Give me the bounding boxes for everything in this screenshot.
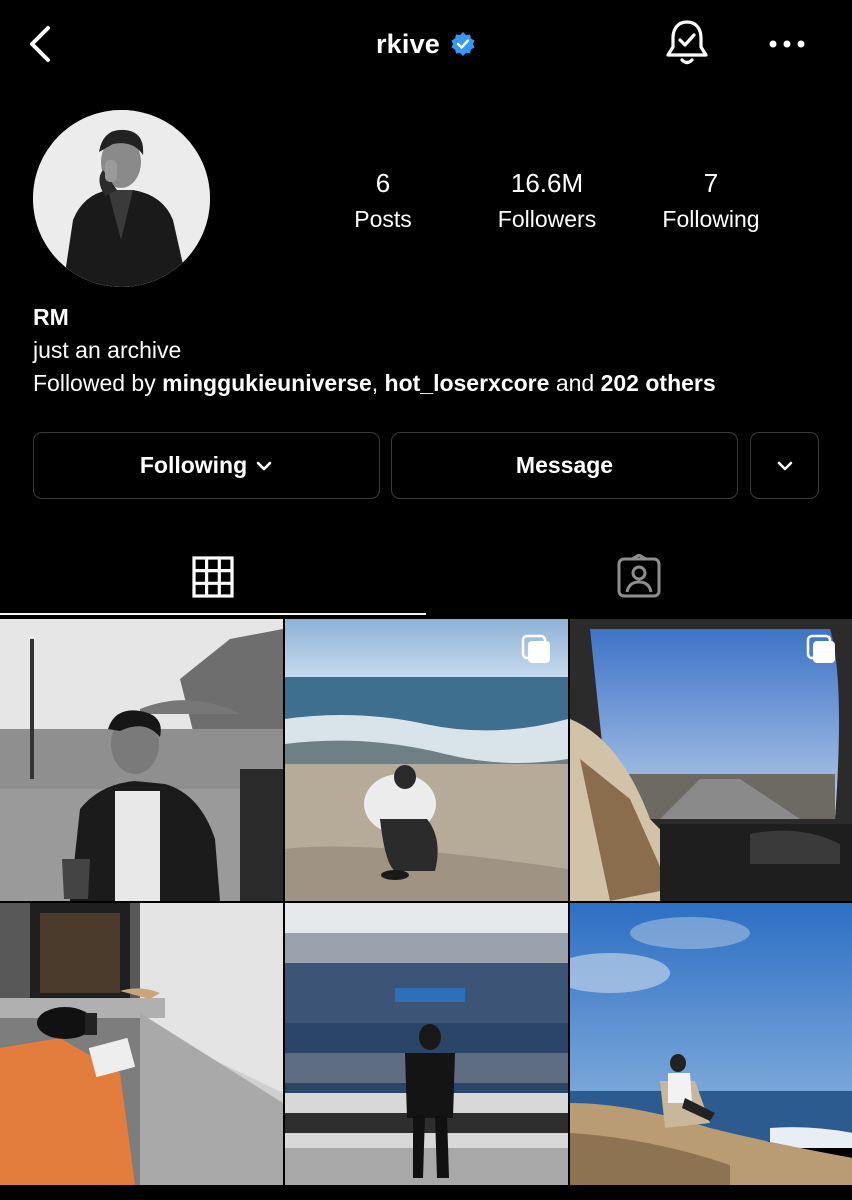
post-image xyxy=(285,903,568,1185)
followers-count: 16.6M xyxy=(510,168,584,198)
chevron-down-icon xyxy=(777,461,792,470)
post-image xyxy=(570,903,852,1185)
post-image xyxy=(0,903,283,1185)
tab-posts-grid[interactable] xyxy=(0,540,426,614)
message-button-label: Message xyxy=(515,452,614,478)
post-thumbnail[interactable] xyxy=(285,619,568,901)
active-tab-indicator xyxy=(0,613,426,615)
username: rkive xyxy=(375,28,441,59)
more-options-button[interactable] xyxy=(764,26,810,62)
posts-stat[interactable]: 6 Posts xyxy=(308,167,458,235)
followers-stat[interactable]: 16.6M Followers xyxy=(472,167,622,235)
avatar-photo xyxy=(33,110,210,287)
mutual-follower-1[interactable]: minggukieuniverse xyxy=(162,370,372,396)
post-thumbnail[interactable] xyxy=(570,619,852,901)
post-image xyxy=(0,619,283,901)
mutual-followers-others[interactable]: 202 others xyxy=(601,370,716,396)
posts-count: 6 xyxy=(375,168,391,198)
chevron-down-icon xyxy=(256,461,272,470)
followed-by-middle: and xyxy=(549,370,601,396)
posts-label: Posts xyxy=(354,206,412,232)
profile-bio: just an archive xyxy=(33,337,182,363)
mutual-follower-2[interactable]: hot_loserxcore xyxy=(385,370,550,396)
grid-icon xyxy=(192,556,234,598)
post-thumbnail[interactable] xyxy=(0,619,283,901)
followers-label: Followers xyxy=(497,206,597,232)
suggested-users-button[interactable] xyxy=(750,432,819,499)
following-stat[interactable]: 7 Following xyxy=(636,167,786,235)
following-label: Following xyxy=(662,206,760,232)
ellipsis-icon xyxy=(769,40,805,48)
followed-by-text[interactable]: Followed by minggukieuniverse, hot_loser… xyxy=(33,370,716,397)
followed-by-prefix: Followed by xyxy=(33,370,163,396)
post-thumbnail[interactable] xyxy=(0,903,283,1185)
following-count: 7 xyxy=(703,168,719,198)
profile-header-title: rkive xyxy=(0,22,852,66)
post-thumbnail[interactable] xyxy=(285,903,568,1185)
tab-tagged[interactable] xyxy=(426,540,852,614)
profile-name: RM xyxy=(33,304,69,330)
multiple-photos-icon xyxy=(806,634,835,663)
profile-avatar[interactable] xyxy=(33,110,210,287)
following-button[interactable]: Following xyxy=(33,432,380,499)
following-button-label: Following xyxy=(139,452,248,478)
notifications-button[interactable] xyxy=(662,16,712,70)
verified-badge-icon xyxy=(451,32,475,56)
tagged-person-icon xyxy=(617,554,661,598)
post-thumbnail[interactable] xyxy=(570,903,852,1185)
multiple-photos-icon xyxy=(521,634,550,663)
message-button[interactable]: Message xyxy=(391,432,738,499)
bell-check-icon xyxy=(666,20,708,65)
followed-by-separator: , xyxy=(371,370,385,396)
